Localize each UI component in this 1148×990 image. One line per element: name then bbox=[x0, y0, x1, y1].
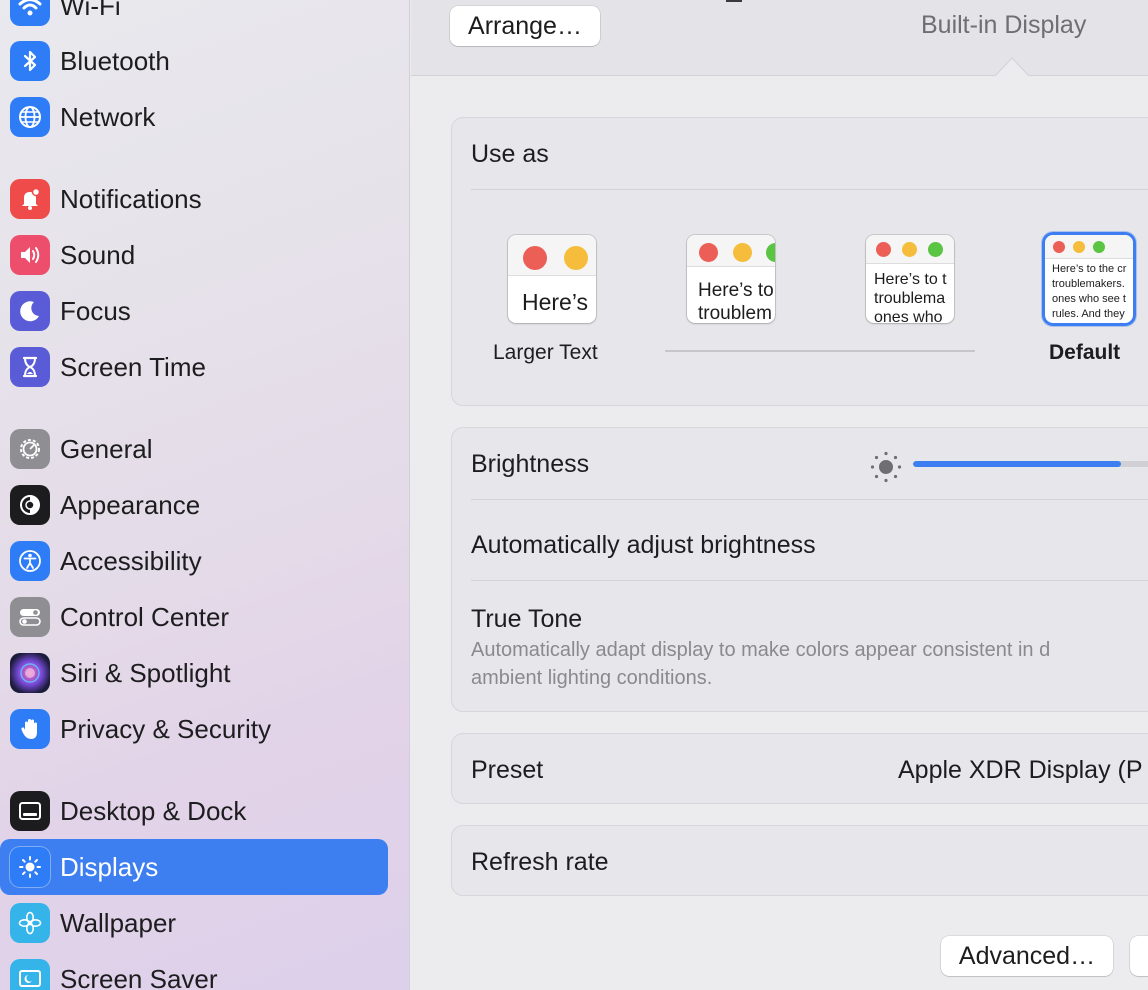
sidebar-item-label: Accessibility bbox=[60, 546, 202, 576]
sidebar-item-label: Screen Time bbox=[60, 352, 206, 382]
refresh-rate-card: Refresh rate bbox=[451, 825, 1148, 896]
sidebar-item-label: Screen Saver bbox=[60, 964, 218, 990]
sidebar-item-label: Notifications bbox=[60, 184, 202, 214]
scale-option-larger-text[interactable]: Here’s bbox=[508, 235, 596, 323]
divider bbox=[471, 189, 1148, 190]
preset-label: Preset bbox=[471, 756, 544, 784]
preview-text-4: rules. And they bbox=[1052, 308, 1125, 320]
preview-text-3: ones who bbox=[874, 309, 943, 323]
preview-text-2: troublema bbox=[874, 290, 946, 307]
globe-icon bbox=[10, 97, 50, 137]
toggles-icon bbox=[10, 597, 50, 637]
sidebar-item-appearance[interactable]: Appearance bbox=[0, 477, 388, 533]
preset-popup[interactable]: Apple XDR Display (P bbox=[898, 756, 1143, 785]
sidebar-item-privacy-security[interactable]: Privacy & Security bbox=[0, 701, 388, 757]
sidebar-item-label: Displays bbox=[60, 852, 159, 882]
sidebar-item-desktop-dock[interactable]: Desktop & Dock bbox=[0, 783, 388, 839]
sidebar-item-label: Sound bbox=[60, 240, 136, 270]
sidebar-item-label: Siri & Spotlight bbox=[60, 658, 231, 688]
sidebar-item-label: Privacy & Security bbox=[60, 714, 271, 744]
sidebar-item-control-center[interactable]: Control Center bbox=[0, 589, 388, 645]
sidebar-item-general[interactable]: General bbox=[0, 421, 388, 477]
sidebar-item-network[interactable]: Network bbox=[0, 89, 388, 145]
auto-brightness-label: Automatically adjust brightness bbox=[471, 531, 816, 559]
display-name[interactable]: Built-in Display bbox=[921, 11, 1086, 40]
accessibility-icon bbox=[10, 541, 50, 581]
sun-icon bbox=[10, 847, 50, 887]
preview-text-2: troublem bbox=[698, 303, 772, 323]
sidebar-item-screen-saver[interactable]: Screen Saver bbox=[0, 951, 388, 990]
sidebar-item-wifi[interactable]: Wi-Fi bbox=[0, 0, 388, 34]
refresh-rate-label: Refresh rate bbox=[471, 848, 609, 876]
preset-card: Preset Apple XDR Display (P bbox=[451, 733, 1148, 804]
siri-icon bbox=[10, 653, 50, 693]
preview-text-2: troublemakers. bbox=[1052, 278, 1125, 290]
preview-text-1: Here’s to t bbox=[874, 271, 947, 288]
display-edge-mark bbox=[726, 0, 742, 2]
sidebar-item-screen-time[interactable]: Screen Time bbox=[0, 339, 388, 395]
sidebar-item-label: Focus bbox=[60, 296, 131, 326]
hand-icon bbox=[10, 709, 50, 749]
dock-icon bbox=[10, 791, 50, 831]
sidebar-item-label: Network bbox=[60, 102, 156, 132]
scale-track bbox=[665, 350, 975, 352]
true-tone-label: True Tone bbox=[471, 605, 583, 633]
screensaver-icon bbox=[10, 959, 50, 990]
flower-icon bbox=[10, 903, 50, 943]
secondary-button-partial[interactable] bbox=[1130, 936, 1148, 976]
sidebar-item-displays[interactable]: Displays bbox=[0, 839, 388, 895]
true-tone-description-line-2: ambient lighting conditions. bbox=[471, 667, 713, 689]
brightness-sun-icon bbox=[870, 451, 902, 483]
sidebar-item-accessibility[interactable]: Accessibility bbox=[0, 533, 388, 589]
divider bbox=[471, 499, 1148, 500]
sidebar-item-label: Control Center bbox=[60, 602, 230, 632]
sidebar: Wi-Fi Bluetooth Network Notifications So… bbox=[0, 0, 410, 990]
main-pane: Arrange… Built-in Display Use as Here’s … bbox=[411, 0, 1148, 990]
appearance-icon bbox=[10, 485, 50, 525]
scale-label-default: Default bbox=[1049, 341, 1121, 364]
brightness-card: Brightness Automatically adjust brightne… bbox=[451, 427, 1148, 712]
sidebar-item-label: Wallpaper bbox=[60, 908, 177, 938]
bluetooth-icon bbox=[10, 41, 50, 81]
sidebar-item-sound[interactable]: Sound bbox=[0, 227, 388, 283]
wifi-icon bbox=[10, 0, 50, 26]
sidebar-item-label: Wi-Fi bbox=[60, 0, 121, 21]
sidebar-item-siri-spotlight[interactable]: Siri & Spotlight bbox=[0, 645, 388, 701]
sidebar-item-notifications[interactable]: Notifications bbox=[0, 171, 388, 227]
hourglass-icon bbox=[10, 347, 50, 387]
scale-option-2[interactable]: Here’s to troublem bbox=[687, 235, 775, 323]
sidebar-item-label: Appearance bbox=[60, 490, 201, 520]
scale-label-larger-text: Larger Text bbox=[493, 341, 598, 364]
brightness-label: Brightness bbox=[471, 450, 590, 478]
sidebar-item-focus[interactable]: Focus bbox=[0, 283, 388, 339]
true-tone-description-line-1: Automatically adapt display to make colo… bbox=[471, 639, 1051, 661]
speaker-icon bbox=[10, 235, 50, 275]
bell-icon bbox=[10, 179, 50, 219]
sidebar-item-bluetooth[interactable]: Bluetooth bbox=[0, 33, 388, 89]
use-as-title: Use as bbox=[471, 140, 549, 168]
scale-option-3[interactable]: Here’s to t troublema ones who bbox=[866, 235, 954, 323]
brightness-slider[interactable] bbox=[913, 461, 1148, 467]
gear-icon bbox=[10, 429, 50, 469]
use-as-card: Use as Here’s Larger Text Here’s to trou… bbox=[451, 117, 1148, 406]
selected-display-pointer bbox=[994, 57, 1030, 77]
sidebar-item-label: Bluetooth bbox=[60, 46, 170, 76]
preview-text-1: Here’s to bbox=[698, 280, 774, 301]
preview-text-3: ones who see t bbox=[1052, 293, 1126, 305]
scale-option-default[interactable]: Here’s to the cr troublemakers. ones who… bbox=[1045, 235, 1133, 323]
sidebar-item-label: Desktop & Dock bbox=[60, 796, 247, 826]
sidebar-item-wallpaper[interactable]: Wallpaper bbox=[0, 895, 388, 951]
arrange-button[interactable]: Arrange… bbox=[450, 6, 600, 46]
sidebar-item-label: General bbox=[60, 434, 153, 464]
brightness-slider-fill bbox=[913, 461, 1121, 467]
preview-text-1: Here’s to the cr bbox=[1052, 263, 1127, 275]
divider bbox=[471, 580, 1148, 581]
advanced-button[interactable]: Advanced… bbox=[941, 936, 1113, 976]
display-arrangement-bar: Arrange… Built-in Display bbox=[411, 0, 1148, 77]
moon-icon bbox=[10, 291, 50, 331]
preview-text: Here’s bbox=[522, 289, 589, 315]
